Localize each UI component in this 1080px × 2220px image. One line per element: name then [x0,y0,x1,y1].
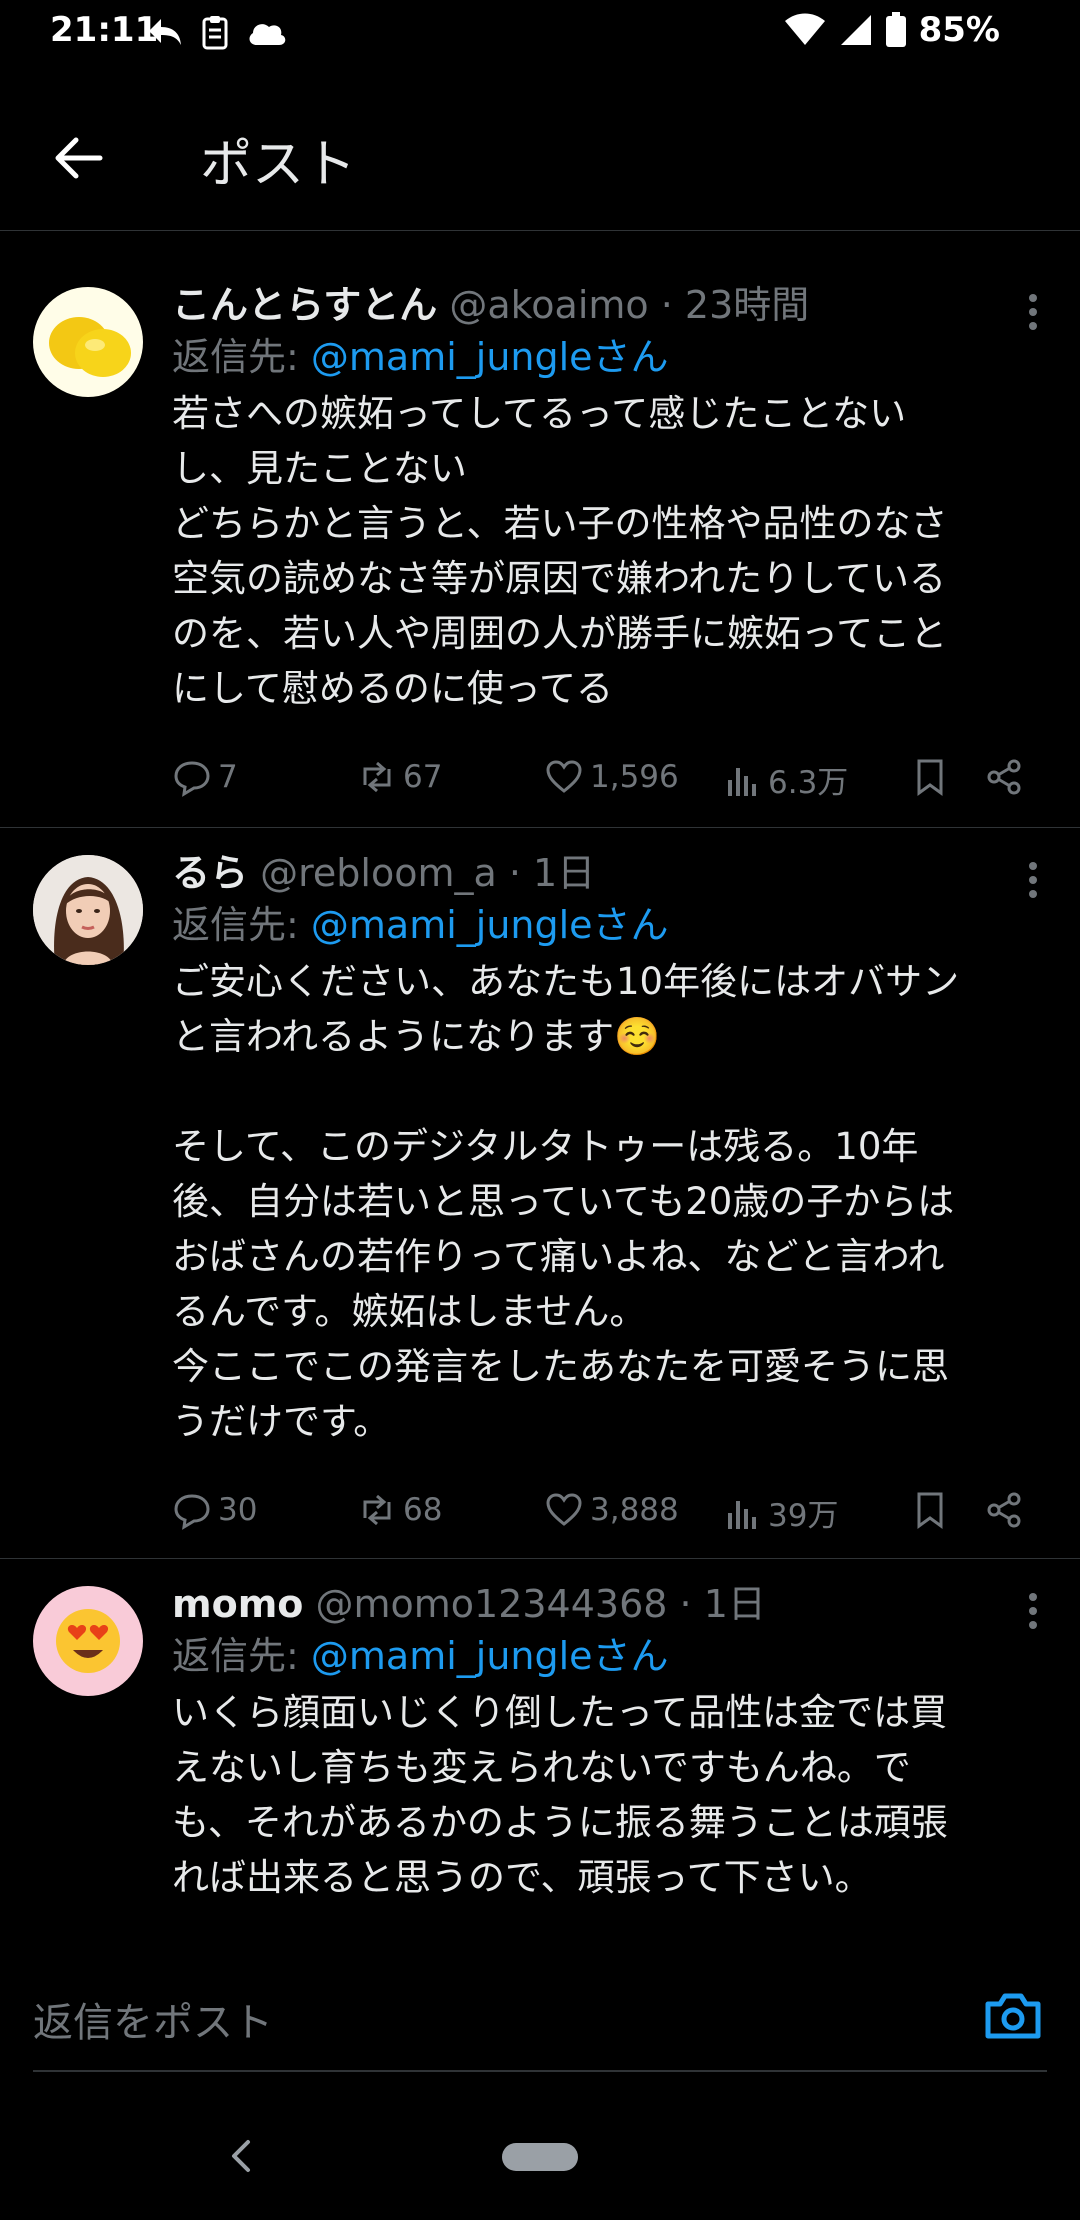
reply-mention-link[interactable]: @mami_jungleさん [311,335,669,379]
post-time[interactable]: 23時間 [685,283,809,327]
view-count: 6.3万 [768,765,849,801]
heart-icon [546,1493,582,1526]
system-navigation-bar [0,2100,1080,2220]
reply-icon [174,1494,210,1530]
bookmark-button[interactable] [910,757,950,797]
clipboard-icon [202,16,228,50]
repost-button[interactable]: 67 [357,757,442,797]
share-icon [987,1492,1021,1528]
like-button[interactable]: 3,888 [544,1490,679,1530]
wifi-icon [784,13,825,45]
nav-back-icon[interactable] [226,2136,256,2176]
cloud-icon [249,24,286,45]
share-button[interactable] [984,1490,1024,1530]
author-handle[interactable]: @rebloom_a [260,851,497,895]
person-avatar-image [33,855,143,965]
reply-post[interactable]: こんとらすとん @akoaimo · 23時間 返信先: @mami_jungl… [0,232,1080,828]
repost-icon [363,761,391,793]
like-count: 1,596 [590,759,679,795]
share-icon [987,759,1021,795]
repost-icon [363,1494,391,1526]
battery-icon [885,12,906,47]
reply-mention-link[interactable]: @mami_jungleさん [311,1634,669,1678]
author-name[interactable]: こんとらすとん [172,283,437,327]
reply-to-line: 返信先: @mami_jungleさん [172,1634,669,1678]
reply-input[interactable]: 返信をポスト [33,1990,273,2048]
post-text: 若さへの嫉妬ってしてるって感じたことない し、見たことない どちらかと言うと、若… [172,392,948,710]
bookmark-icon [917,759,943,796]
post-text: ご安心ください、あなたも10年後にはオバサン と言われるようになります☺️ そし… [172,960,960,1443]
status-time: 21:11 [50,10,159,50]
reply-count: 30 [218,1492,258,1528]
heart-eyes-emoji-avatar [56,1609,120,1673]
reply-icon [174,761,210,797]
reply-arrow-icon [149,19,181,45]
lemon-avatar-image [49,317,131,377]
reply-mention-link[interactable]: @mami_jungleさん [311,903,669,947]
repost-count: 67 [403,759,443,795]
like-button[interactable]: 1,596 [544,757,679,797]
battery-percent: 85% [918,10,1000,50]
status-bar: 21:11 85% [0,0,1080,64]
views-button[interactable]: 6.3万 [722,757,848,802]
post-time[interactable]: 1日 [533,851,595,895]
author-handle[interactable]: @momo12344368 [316,1582,668,1626]
reply-button[interactable]: 7 [172,757,238,797]
action-bar: 30 68 3,888 39万 [172,1490,1032,1540]
reply-post[interactable]: るら @rebloom_a · 1日 返信先: @mami_jungleさん ご… [0,828,1080,1559]
views-button[interactable]: 39万 [722,1490,838,1535]
reply-button[interactable]: 30 [172,1490,257,1530]
like-count: 3,888 [590,1492,679,1528]
composer-divider [33,2070,1047,2072]
action-bar: 7 67 1,596 6.3万 [172,757,1032,807]
top-app-bar: ポスト [0,80,1080,231]
heart-icon [546,760,582,793]
repost-button[interactable]: 68 [357,1490,442,1530]
reply-to-line: 返信先: @mami_jungleさん [172,335,669,379]
author-name[interactable]: るら [172,851,248,895]
avatar[interactable] [33,1586,143,1696]
back-arrow-icon[interactable] [50,130,106,186]
analytics-icon [728,767,756,796]
camera-icon[interactable] [984,1990,1042,2040]
reply-count: 7 [218,759,238,795]
post-text: いくら顔面いじくり倒したって品性は金では買 えないし育ちも変えられないですもんね… [172,1691,948,1899]
reply-to-line: 返信先: @mami_jungleさん [172,903,669,947]
reply-composer: 返信をポスト [0,1950,1080,2072]
bookmark-icon [917,1492,943,1529]
post-time[interactable]: 1日 [704,1582,766,1626]
share-button[interactable] [984,757,1024,797]
analytics-icon [728,1500,756,1529]
avatar[interactable] [33,287,143,397]
cell-signal-icon [840,15,871,45]
bookmark-button[interactable] [910,1490,950,1530]
view-count: 39万 [768,1498,839,1534]
author-handle[interactable]: @akoaimo [449,283,648,327]
home-pill[interactable] [502,2143,578,2171]
page-title: ポスト [200,135,357,195]
reply-post[interactable]: momo @momo12344368 · 1日 返信先: @mami_jungl… [0,1559,1080,1950]
repost-count: 68 [403,1492,443,1528]
author-name[interactable]: momo [172,1582,303,1626]
avatar[interactable] [33,855,143,965]
